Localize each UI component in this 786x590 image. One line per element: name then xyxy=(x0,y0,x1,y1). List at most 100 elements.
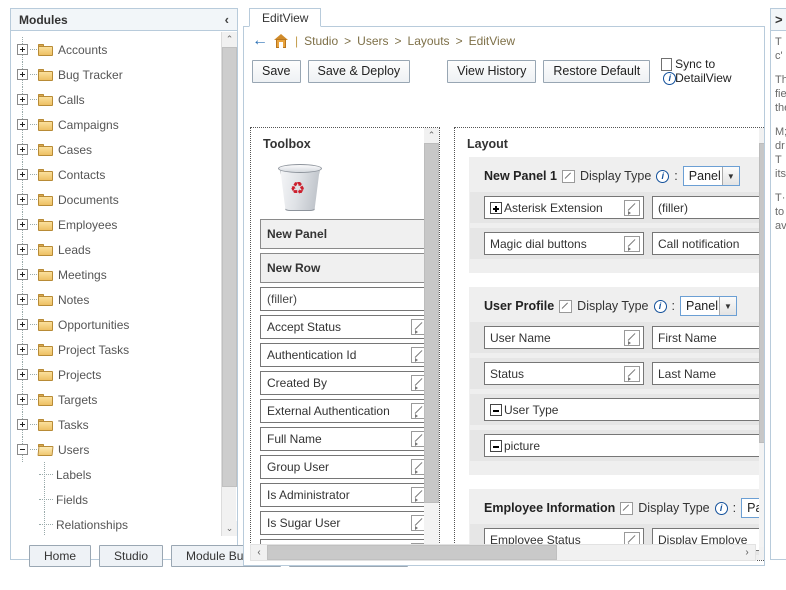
expand-plus-icon[interactable] xyxy=(17,194,28,205)
toolbox-block-new-row[interactable]: New Row xyxy=(260,253,431,283)
collapse-minus-icon[interactable] xyxy=(490,439,502,452)
layout-field-cell[interactable]: (filler) xyxy=(652,196,764,219)
bottom-nav-home[interactable]: Home xyxy=(29,545,92,567)
layout-scroll-thumb[interactable] xyxy=(759,143,764,443)
toolbox-field-item[interactable]: Group User xyxy=(260,455,431,479)
scroll-down-arrow-icon[interactable]: ⌄ xyxy=(759,547,764,560)
save-and-deploy-button[interactable]: Save & Deploy xyxy=(307,59,411,83)
expand-plus-icon[interactable] xyxy=(17,144,28,155)
tree-node-targets[interactable]: Targets xyxy=(17,387,237,412)
expand-plus-icon[interactable] xyxy=(17,419,28,430)
layout-field-cell[interactable]: Call notification xyxy=(652,232,764,255)
display-type-select[interactable]: Panel ▼ xyxy=(682,166,740,186)
layout-field-cell[interactable]: Last Name xyxy=(652,362,764,385)
scroll-up-arrow-icon[interactable]: ⌃ xyxy=(424,128,439,143)
edit-pencil-icon[interactable] xyxy=(559,299,573,313)
sidebar-scroll-thumb[interactable] xyxy=(222,47,237,487)
tree-node-meetings[interactable]: Meetings xyxy=(17,262,237,287)
tree-node-notes[interactable]: Notes xyxy=(17,287,237,312)
tree-node-bug-tracker[interactable]: Bug Tracker xyxy=(17,62,237,87)
info-icon[interactable]: i xyxy=(656,169,670,183)
horizontal-scrollbar[interactable]: ‹ › xyxy=(250,544,756,561)
toolbox-field-item[interactable]: Accept Status xyxy=(260,315,431,339)
tree-node-leads[interactable]: Leads xyxy=(17,237,237,262)
expand-plus-icon[interactable] xyxy=(17,294,28,305)
sync-to-detailview-checkbox[interactable] xyxy=(661,58,673,71)
tree-node-users[interactable]: Users xyxy=(17,437,237,462)
layout-field-cell[interactable]: User Name xyxy=(484,326,644,349)
edit-pencil-icon[interactable] xyxy=(624,200,640,216)
expand-plus-icon[interactable] xyxy=(17,94,28,105)
toolbox-field-item[interactable]: External Authentication xyxy=(260,399,431,423)
tree-node-relationships[interactable]: Relationships xyxy=(17,512,237,536)
edit-pencil-icon[interactable] xyxy=(624,366,640,382)
save-button[interactable]: Save xyxy=(252,59,301,83)
recycle-bin-icon[interactable]: ♻ xyxy=(277,163,323,211)
expand-plus-icon[interactable] xyxy=(17,344,28,355)
expand-plus-icon[interactable] xyxy=(17,119,28,130)
expand-plus-icon[interactable] xyxy=(17,244,28,255)
scroll-left-arrow-icon[interactable]: ‹ xyxy=(251,545,267,560)
expand-plus-icon[interactable] xyxy=(490,201,502,214)
toolbox-block-new-panel[interactable]: New Panel xyxy=(260,219,431,249)
expand-plus-icon[interactable] xyxy=(17,69,28,80)
edit-pencil-icon[interactable] xyxy=(624,236,640,252)
toolbox-scrollbar[interactable]: ⌃ ⌄ xyxy=(424,128,439,560)
layout-scrollbar[interactable]: ⌃ ⌄ xyxy=(759,128,764,560)
tree-node-documents[interactable]: Documents xyxy=(17,187,237,212)
home-icon[interactable] xyxy=(273,33,289,49)
chevron-down-icon[interactable]: ▼ xyxy=(719,297,736,315)
layout-field-cell[interactable]: Magic dial buttons xyxy=(484,232,644,255)
view-history-button[interactable]: View History xyxy=(447,59,537,83)
chevron-down-icon[interactable]: ▼ xyxy=(721,167,739,185)
tree-node-opportunities[interactable]: Opportunities xyxy=(17,312,237,337)
scroll-right-arrow-icon[interactable]: › xyxy=(739,545,755,560)
breadcrumb-item-studio[interactable]: Studio xyxy=(304,34,338,48)
edit-pencil-icon[interactable] xyxy=(561,169,575,183)
tree-node-projects[interactable]: Projects xyxy=(17,362,237,387)
back-arrow-icon[interactable]: ← xyxy=(252,33,268,49)
help-panel-toggle[interactable]: > xyxy=(771,9,786,31)
bottom-nav-studio[interactable]: Studio xyxy=(99,545,164,567)
expand-plus-icon[interactable] xyxy=(17,369,28,380)
breadcrumb-item-layouts[interactable]: Layouts xyxy=(408,34,450,48)
collapse-minus-icon[interactable] xyxy=(490,403,502,416)
edit-pencil-icon[interactable] xyxy=(620,501,634,515)
expand-plus-icon[interactable] xyxy=(17,219,28,230)
collapse-minus-icon[interactable] xyxy=(17,444,28,455)
layout-field-cell[interactable]: Asterisk Extension xyxy=(484,196,644,219)
expand-plus-icon[interactable] xyxy=(17,169,28,180)
tree-node-labels[interactable]: Labels xyxy=(17,462,237,487)
layout-field-cell[interactable]: Status xyxy=(484,362,644,385)
toolbox-field-item[interactable]: Created By xyxy=(260,371,431,395)
display-type-select[interactable]: Panel ▼ xyxy=(680,296,737,316)
tree-node-employees[interactable]: Employees xyxy=(17,212,237,237)
expand-plus-icon[interactable] xyxy=(17,269,28,280)
expand-plus-icon[interactable] xyxy=(17,394,28,405)
tab-editview[interactable]: EditView xyxy=(249,8,322,27)
breadcrumb-item-editview[interactable]: EditView xyxy=(469,34,515,48)
breadcrumb-item-users[interactable]: Users xyxy=(357,34,388,48)
info-icon[interactable]: i xyxy=(653,299,667,313)
tree-node-tasks[interactable]: Tasks xyxy=(17,412,237,437)
horizontal-scroll-thumb[interactable] xyxy=(267,545,557,560)
tree-node-fields[interactable]: Fields xyxy=(17,487,237,512)
restore-default-button[interactable]: Restore Default xyxy=(543,59,651,83)
info-icon[interactable]: i xyxy=(714,501,728,515)
tree-node-calls[interactable]: Calls xyxy=(17,87,237,112)
chevron-left-icon[interactable]: ‹ xyxy=(225,12,229,28)
sidebar-scrollbar[interactable]: ⌃ ⌄ xyxy=(221,32,237,536)
tree-node-cases[interactable]: Cases xyxy=(17,137,237,162)
toolbox-field-item[interactable]: Is Administrator xyxy=(260,483,431,507)
tree-node-accounts[interactable]: Accounts xyxy=(17,37,237,62)
scroll-up-arrow-icon[interactable]: ⌃ xyxy=(759,128,764,143)
layout-field-cell[interactable]: User Type xyxy=(484,398,764,421)
toolbox-field-item[interactable]: (filler) xyxy=(260,287,431,311)
toolbox-field-item[interactable]: Full Name xyxy=(260,427,431,451)
expand-plus-icon[interactable] xyxy=(17,44,28,55)
scroll-down-arrow-icon[interactable]: ⌄ xyxy=(222,521,237,536)
toolbox-scroll-thumb[interactable] xyxy=(424,143,439,503)
toolbox-field-item[interactable]: Authentication Id xyxy=(260,343,431,367)
toolbox-field-item[interactable]: Is Sugar User xyxy=(260,511,431,535)
tree-node-project-tasks[interactable]: Project Tasks xyxy=(17,337,237,362)
